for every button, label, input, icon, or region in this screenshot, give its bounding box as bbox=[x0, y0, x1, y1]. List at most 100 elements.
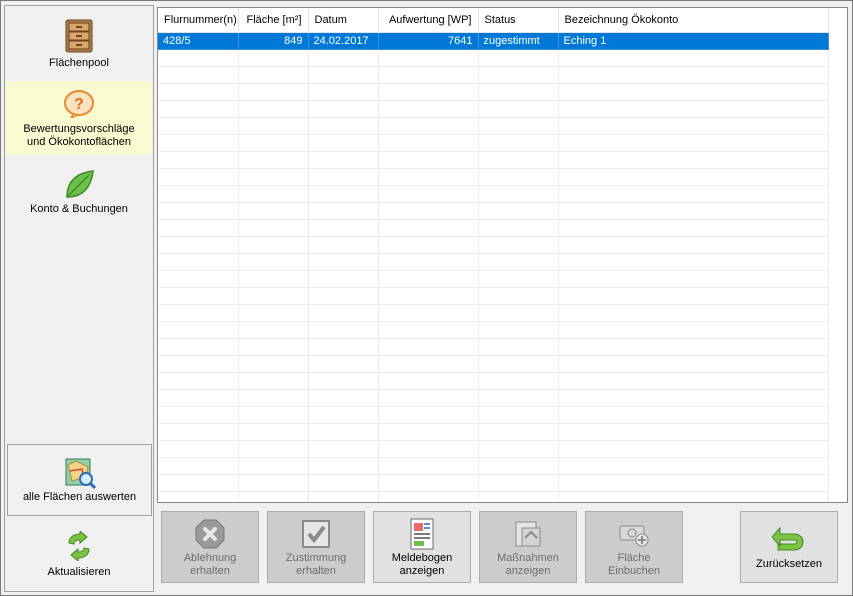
form-document-icon bbox=[410, 518, 434, 550]
flaeche-einbuchen-button[interactable]: Fläche Einbuchen bbox=[585, 511, 683, 583]
empty-cell bbox=[158, 100, 239, 118]
empty-cell bbox=[478, 304, 559, 322]
empty-cell bbox=[238, 100, 309, 118]
empty-cell bbox=[378, 66, 479, 84]
empty-cell bbox=[558, 440, 829, 458]
zuruecksetzen-button[interactable]: Zurücksetzen bbox=[740, 511, 838, 583]
empty-cell bbox=[238, 474, 309, 492]
empty-cell bbox=[158, 423, 239, 441]
evaluate-all-button[interactable]: alle Flächen auswerten bbox=[7, 444, 152, 516]
empty-cell bbox=[158, 151, 239, 169]
empty-cell bbox=[378, 49, 479, 67]
empty-cell bbox=[558, 457, 829, 475]
nav-flaechenpool-label: Flächenpool bbox=[49, 57, 109, 69]
empty-row bbox=[158, 355, 829, 373]
empty-cell bbox=[238, 389, 309, 407]
empty-cell bbox=[238, 338, 309, 356]
column-header-flaeche[interactable]: Fläche [m²] bbox=[238, 8, 309, 33]
nav-konto-buchungen[interactable]: Konto & Buchungen bbox=[6, 169, 152, 219]
empty-row bbox=[158, 389, 829, 407]
empty-row bbox=[158, 372, 829, 390]
empty-cell bbox=[478, 372, 559, 390]
zuruecksetzen-label: Zurücksetzen bbox=[755, 558, 823, 570]
cell-aufwertung: 7641 bbox=[378, 32, 479, 50]
empty-cell bbox=[308, 423, 379, 441]
empty-cell bbox=[478, 49, 559, 67]
empty-cell bbox=[478, 202, 559, 220]
empty-cell bbox=[238, 151, 309, 169]
meldebogen-anzeigen-button[interactable]: Meldebogen anzeigen bbox=[373, 511, 471, 583]
empty-cell bbox=[558, 474, 829, 492]
empty-cell bbox=[158, 321, 239, 339]
empty-cell bbox=[308, 236, 379, 254]
nav-flaechenpool[interactable]: Flächenpool bbox=[6, 19, 152, 79]
empty-cell bbox=[378, 372, 479, 390]
empty-row bbox=[158, 168, 829, 186]
empty-cell bbox=[308, 151, 379, 169]
empty-cell bbox=[308, 66, 379, 84]
empty-cell bbox=[238, 49, 309, 67]
column-header-bezeichnung[interactable]: Bezeichnung Ökokonto bbox=[558, 8, 829, 33]
empty-cell bbox=[478, 321, 559, 339]
empty-cell bbox=[378, 83, 479, 101]
empty-cell bbox=[558, 83, 829, 101]
nav-bewertungsvorschlaege[interactable]: ? Bewertungsvorschläge und Ökokontofläch… bbox=[6, 81, 152, 155]
empty-cell bbox=[308, 355, 379, 373]
empty-cell bbox=[378, 100, 479, 118]
empty-cell bbox=[478, 423, 559, 441]
empty-row bbox=[158, 117, 829, 135]
nav-bewertung-label-2: und Ökokontoflächen bbox=[27, 136, 131, 148]
empty-cell bbox=[308, 270, 379, 288]
column-header-datum[interactable]: Datum bbox=[308, 8, 379, 33]
empty-cell bbox=[238, 491, 309, 502]
empty-cell bbox=[158, 134, 239, 152]
zustimmung-label-2: erhalten bbox=[296, 565, 336, 577]
empty-cell bbox=[478, 355, 559, 373]
empty-cell bbox=[558, 338, 829, 356]
meldebogen-label-1: Meldebogen bbox=[391, 552, 453, 564]
empty-cell bbox=[308, 49, 379, 67]
empty-cell bbox=[378, 338, 479, 356]
empty-cell bbox=[378, 491, 479, 502]
empty-cell bbox=[308, 389, 379, 407]
column-header-aufwertung[interactable]: Aufwertung [WP] bbox=[378, 8, 479, 33]
checkbox-icon bbox=[302, 520, 330, 548]
empty-cell bbox=[238, 321, 309, 339]
empty-cell bbox=[478, 406, 559, 424]
empty-cell bbox=[158, 389, 239, 407]
empty-cell bbox=[308, 185, 379, 203]
massnahmen-anzeigen-button[interactable]: Maßnahmen anzeigen bbox=[479, 511, 577, 583]
empty-cell bbox=[238, 287, 309, 305]
empty-row bbox=[158, 423, 829, 441]
massnahmen-label-1: Maßnahmen bbox=[497, 552, 559, 564]
empty-cell bbox=[478, 185, 559, 203]
ablehnung-erhalten-button[interactable]: Ablehnung erhalten bbox=[161, 511, 259, 583]
nav-bewertung-label-1: Bewertungsvorschläge bbox=[23, 123, 135, 135]
empty-cell bbox=[308, 168, 379, 186]
empty-cell bbox=[238, 219, 309, 237]
empty-cell bbox=[238, 134, 309, 152]
refresh-label: Aktualisieren bbox=[47, 566, 111, 578]
empty-cell bbox=[158, 338, 239, 356]
refresh-button[interactable]: Aktualisieren bbox=[6, 526, 152, 588]
empty-cell bbox=[378, 406, 479, 424]
data-grid[interactable]: Flurnummer(n) Fläche [m²] Datum Aufwertu… bbox=[157, 7, 848, 503]
empty-cell bbox=[158, 372, 239, 390]
empty-cell bbox=[558, 66, 829, 84]
empty-row bbox=[158, 219, 829, 237]
empty-cell bbox=[158, 83, 239, 101]
empty-cell bbox=[558, 304, 829, 322]
column-header-flurnummer[interactable]: Flurnummer(n) bbox=[158, 8, 239, 33]
ablehnung-label-1: Ablehnung bbox=[183, 552, 237, 564]
empty-cell bbox=[158, 491, 239, 502]
zustimmung-erhalten-button[interactable]: Zustimmung erhalten bbox=[267, 511, 365, 583]
empty-cell bbox=[158, 168, 239, 186]
empty-row bbox=[158, 236, 829, 254]
column-header-status[interactable]: Status bbox=[478, 8, 559, 33]
empty-cell bbox=[558, 151, 829, 169]
empty-cell bbox=[308, 253, 379, 271]
empty-cell bbox=[158, 185, 239, 203]
empty-cell bbox=[558, 389, 829, 407]
table-row[interactable]: 428/5 849 24.02.2017 7641 zugestimmt Ech… bbox=[158, 32, 829, 50]
empty-cell bbox=[238, 423, 309, 441]
